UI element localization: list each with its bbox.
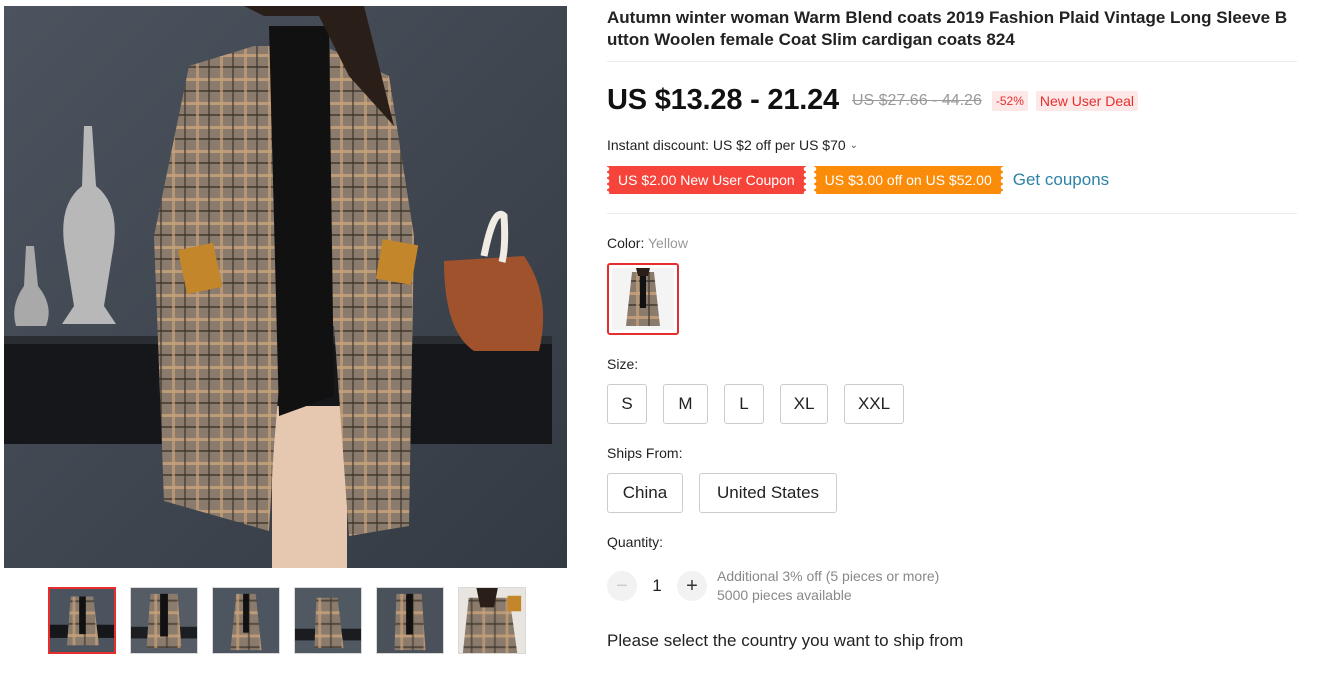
quantity-value[interactable]: 1 — [637, 576, 677, 596]
stock-available: 5000 pieces available — [717, 587, 852, 603]
thumbnail-image — [131, 588, 197, 653]
thumbnail-image — [50, 589, 114, 652]
bulk-discount-note: Additional 3% off (5 pieces or more) — [717, 568, 940, 584]
chevron-down-icon: ⌄ — [849, 139, 859, 151]
ships-from-label: Ships From: — [607, 445, 683, 461]
quantity-stepper: − 1 + Additional 3% off (5 pieces or mor… — [607, 567, 939, 605]
new-user-deal-badge: New User Deal — [1035, 90, 1139, 111]
coupon-row: US $2.00 New User Coupon US $3.00 off on… — [607, 166, 1109, 194]
instant-discount-toggle[interactable]: Instant discount: US $2 off per US $70 ⌄ — [607, 137, 858, 153]
quantity-decrease-button[interactable]: − — [607, 571, 637, 601]
divider — [607, 61, 1297, 62]
quantity-increase-button[interactable]: + — [677, 571, 707, 601]
price-row: US $13.28 - 21.24 US $27.66 - 44.26 -52%… — [607, 84, 1139, 117]
ships-from-united-states[interactable]: United States — [699, 473, 837, 513]
product-title: Autumn winter woman Warm Blend coats 201… — [607, 8, 1288, 49]
divider — [607, 213, 1297, 214]
thumbnail-strip — [48, 587, 526, 654]
thumbnail-image — [295, 588, 361, 653]
size-option-l[interactable]: L — [724, 384, 764, 424]
product-photo — [4, 6, 567, 568]
main-product-image[interactable] — [4, 6, 567, 568]
coupon-store[interactable]: US $3.00 off on US $52.00 — [813, 166, 1003, 194]
color-label-row: Color: Yellow — [607, 235, 688, 251]
size-option-xl[interactable]: XL — [780, 384, 828, 424]
color-selected-value: Yellow — [648, 235, 688, 251]
thumbnail-1[interactable] — [48, 587, 116, 654]
color-label: Color: — [607, 235, 645, 251]
thumbnail-image — [213, 588, 279, 653]
quantity-info: Additional 3% off (5 pieces or more) 500… — [717, 567, 939, 605]
discount-badge: -52% — [991, 90, 1028, 111]
color-swatch-image — [612, 268, 674, 330]
price-current: US $13.28 - 21.24 — [607, 84, 839, 116]
size-option-m[interactable]: M — [663, 384, 708, 424]
ships-from-options: China United States — [607, 473, 837, 513]
instant-discount-text: Instant discount: US $2 off per US $70 — [607, 137, 846, 153]
thumbnail-3[interactable] — [212, 587, 280, 654]
coupon-new-user[interactable]: US $2.00 New User Coupon — [607, 166, 806, 194]
thumbnail-5[interactable] — [376, 587, 444, 654]
quantity-label: Quantity: — [607, 534, 664, 550]
ships-from-china[interactable]: China — [607, 473, 683, 513]
size-option-s[interactable]: S — [607, 384, 647, 424]
size-options: S M L XL XXL — [607, 384, 904, 424]
size-label: Size: — [607, 356, 639, 372]
size-option-xxl[interactable]: XXL — [844, 384, 904, 424]
get-coupons-link[interactable]: Get coupons — [1013, 170, 1109, 190]
thumbnail-2[interactable] — [130, 587, 198, 654]
thumbnail-image — [377, 588, 443, 653]
thumbnail-image — [459, 588, 525, 653]
thumbnail-6[interactable] — [458, 587, 526, 654]
thumbnail-4[interactable] — [294, 587, 362, 654]
color-swatch-yellow[interactable] — [607, 263, 679, 335]
ship-country-message: Please select the country you want to sh… — [607, 631, 964, 650]
price-original: US $27.66 - 44.26 — [851, 91, 982, 109]
